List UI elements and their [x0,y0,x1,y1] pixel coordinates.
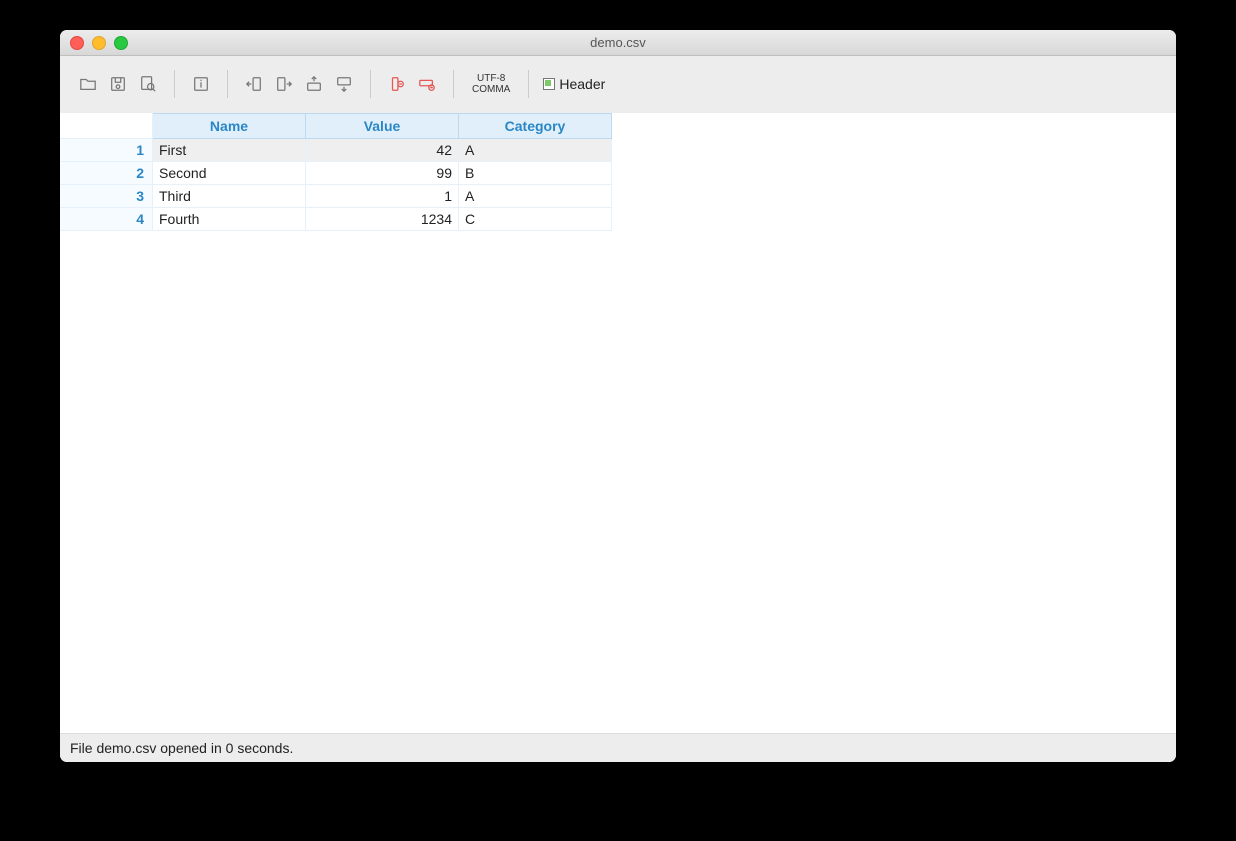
status-text: File demo.csv opened in 0 seconds. [70,740,293,756]
table-row[interactable]: 4Fourth1234C [60,208,612,231]
cell[interactable]: Fourth [153,208,306,231]
minimize-window-button[interactable] [92,36,106,50]
zoom-window-button[interactable] [114,36,128,50]
row-number[interactable]: 4 [60,208,153,231]
cell[interactable]: 99 [306,162,459,185]
delete-row-icon [418,75,436,93]
status-bar: File demo.csv opened in 0 seconds. [60,733,1176,762]
content-area[interactable]: NameValueCategory 1First42A2Second99B3Th… [60,113,1176,733]
header-toggle-label: Header [559,76,605,92]
open-file-button[interactable] [74,70,102,98]
insert-row-up-icon [305,75,323,93]
encoding-line2: COMMA [472,84,510,95]
toolbar: UTF-8 COMMA Header [60,56,1176,113]
encoding-indicator[interactable]: UTF-8 COMMA [466,73,516,95]
toolbar-separator [453,70,454,98]
insert-row-above-button[interactable] [300,70,328,98]
row-number[interactable]: 2 [60,162,153,185]
header-checkbox-icon [543,78,555,90]
column-header[interactable]: Name [153,114,306,139]
save-icon [109,75,127,93]
insert-col-right-icon [275,75,293,93]
insert-row-below-button[interactable] [330,70,358,98]
cell[interactable]: First [153,139,306,162]
csv-table: NameValueCategory 1First42A2Second99B3Th… [60,113,612,231]
header-toggle[interactable]: Header [543,76,605,92]
window-controls [70,36,128,50]
insert-column-left-button[interactable] [240,70,268,98]
cell[interactable]: B [459,162,612,185]
titlebar[interactable]: demo.csv [60,30,1176,56]
insert-col-left-icon [245,75,263,93]
insert-row-down-icon [335,75,353,93]
insert-column-right-button[interactable] [270,70,298,98]
cell[interactable]: 1 [306,185,459,208]
cell[interactable]: Second [153,162,306,185]
column-header[interactable]: Value [306,114,459,139]
column-header[interactable]: Category [459,114,612,139]
toolbar-separator [174,70,175,98]
close-window-button[interactable] [70,36,84,50]
folder-icon [79,75,97,93]
save-file-button[interactable] [104,70,132,98]
delete-column-button[interactable] [383,70,411,98]
table-corner[interactable] [60,114,153,139]
toolbar-separator [370,70,371,98]
find-button[interactable] [134,70,162,98]
delete-column-icon [388,75,406,93]
table-body: 1First42A2Second99B3Third1A4Fourth1234C [60,139,612,231]
toolbar-separator [227,70,228,98]
app-window: demo.csv [60,30,1176,762]
row-number[interactable]: 1 [60,139,153,162]
cell[interactable]: A [459,139,612,162]
table-row[interactable]: 3Third1A [60,185,612,208]
row-number[interactable]: 3 [60,185,153,208]
window-title: demo.csv [60,35,1176,50]
cell[interactable]: C [459,208,612,231]
delete-row-button[interactable] [413,70,441,98]
cell[interactable]: 1234 [306,208,459,231]
info-icon [192,75,210,93]
table-row[interactable]: 2Second99B [60,162,612,185]
cell[interactable]: A [459,185,612,208]
toolbar-separator [528,70,529,98]
find-file-icon [139,75,157,93]
info-button[interactable] [187,70,215,98]
cell[interactable]: Third [153,185,306,208]
table-row[interactable]: 1First42A [60,139,612,162]
cell[interactable]: 42 [306,139,459,162]
encoding-line1: UTF-8 [472,73,510,84]
